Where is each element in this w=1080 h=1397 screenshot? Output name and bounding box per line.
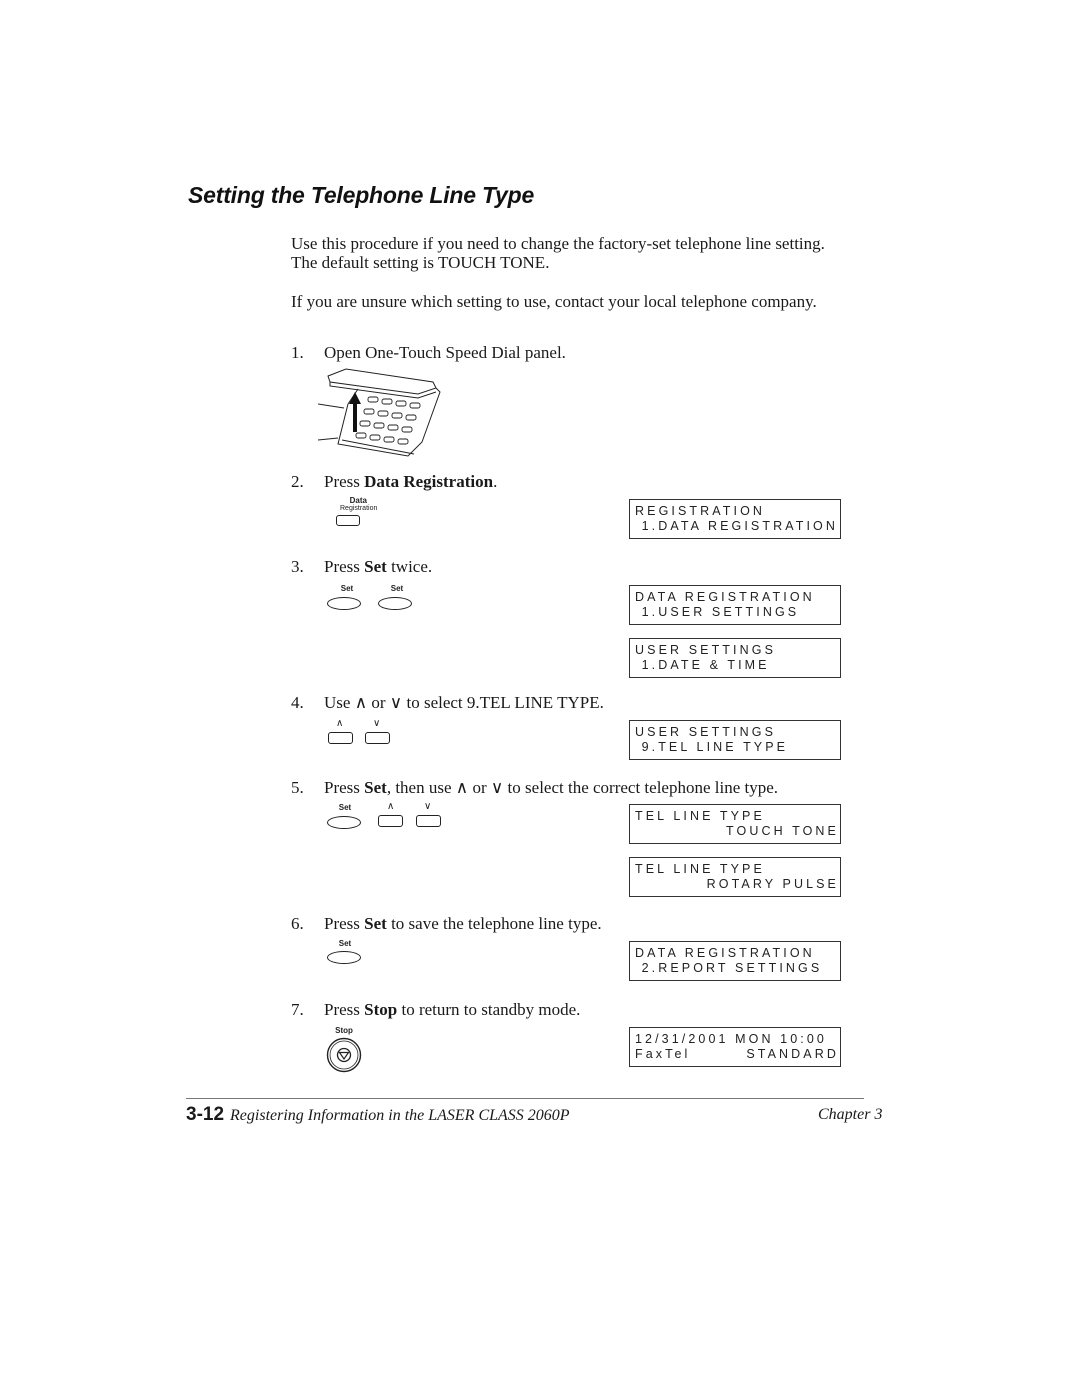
section-title: Registering Information in the LASER CLA… xyxy=(230,1107,570,1124)
step-4: 4. Use ∧ or ∨ to select 9.TEL LINE TYPE. xyxy=(291,693,604,712)
key-name: Set xyxy=(364,914,387,933)
set-key-label: Set xyxy=(340,584,354,593)
panel-lid xyxy=(327,368,437,395)
intro-paragraph-1: Use this procedure if you need to change… xyxy=(291,234,825,272)
stop-icon xyxy=(336,1047,352,1063)
speed-dial-keys xyxy=(355,396,421,445)
lcd-display-rotary-pulse: TEL LINE TYPE ROTARY PULSE xyxy=(629,857,841,897)
stop-key-label: Stop xyxy=(335,1026,353,1035)
key-name: Set xyxy=(364,778,387,797)
set-key-label: Set xyxy=(390,584,404,593)
set-key[interactable] xyxy=(327,597,361,610)
set-key-label: Set xyxy=(338,939,352,948)
up-key-label: ∧ xyxy=(387,801,395,812)
step-number: 4. xyxy=(291,693,304,712)
step-number: 1. xyxy=(291,343,304,362)
step-number: 5. xyxy=(291,778,304,797)
set-key-label: Set xyxy=(338,803,352,812)
set-key[interactable] xyxy=(327,951,361,964)
up-key[interactable] xyxy=(328,732,353,744)
step-6: 6. Press Set to save the telephone line t… xyxy=(291,914,602,933)
down-key-label: ∨ xyxy=(424,801,432,812)
lcd-display-standby: 12/31/2001 MON 10:00 FaxTel STANDARD xyxy=(629,1027,841,1067)
down-key[interactable] xyxy=(416,815,441,827)
footer-section: 3-12 Registering Information in the LASER… xyxy=(186,1104,570,1126)
up-key[interactable] xyxy=(378,815,403,827)
data-registration-key[interactable] xyxy=(336,515,360,526)
page-number: 3-12 xyxy=(186,1104,225,1125)
lcd-display-registration: REGISTRATION 1.DATA REGISTRATION xyxy=(629,499,841,539)
step-5: 5. Press Set, then use ∧ or ∨ to select t… xyxy=(291,778,779,797)
data-registration-key-label: Data Registration xyxy=(340,496,378,513)
step-number: 6. xyxy=(291,914,304,933)
step-text: Open One-Touch Speed Dial panel. xyxy=(324,343,566,362)
set-key[interactable] xyxy=(378,597,412,610)
down-key[interactable] xyxy=(365,732,390,744)
stop-key[interactable] xyxy=(326,1037,362,1073)
key-name: Stop xyxy=(364,1000,398,1019)
intro-paragraph-2: If you are unsure which setting to use, … xyxy=(291,292,817,311)
chapter-label: Chapter 3 xyxy=(818,1106,883,1123)
speed-dial-panel-illustration xyxy=(318,368,441,457)
page-title: Setting the Telephone Line Type xyxy=(188,182,535,208)
key-name: Set xyxy=(364,557,387,576)
lcd-display-touch-tone: TEL LINE TYPE TOUCH TONE xyxy=(629,804,841,844)
up-arrow-icon xyxy=(349,392,361,432)
lcd-display-user-settings: USER SETTINGS 1.DATE & TIME xyxy=(629,638,841,678)
up-key-label: ∧ xyxy=(336,718,344,729)
key-name: Data Registration xyxy=(364,472,494,491)
step-number: 7. xyxy=(291,1000,304,1019)
step-3: 3. Press Set twice. xyxy=(291,557,433,576)
lcd-display-report-settings: DATA REGISTRATION 2.REPORT SETTINGS xyxy=(629,941,841,981)
set-key[interactable] xyxy=(327,816,361,829)
step-1: 1. Open One-Touch Speed Dial panel. xyxy=(291,343,566,363)
step-number: 2. xyxy=(291,472,304,491)
lcd-display-tel-line-type-menu: USER SETTINGS 9.TEL LINE TYPE xyxy=(629,720,841,760)
step-2: 2. Press Data Registration. xyxy=(291,472,498,491)
footer-divider xyxy=(186,1098,864,1099)
step-number: 3. xyxy=(291,557,304,576)
down-key-label: ∨ xyxy=(373,718,381,729)
lcd-display-data-registration: DATA REGISTRATION 1.USER SETTINGS xyxy=(629,585,841,625)
step-7: 7. Press Stop to return to standby mode. xyxy=(291,1000,581,1019)
